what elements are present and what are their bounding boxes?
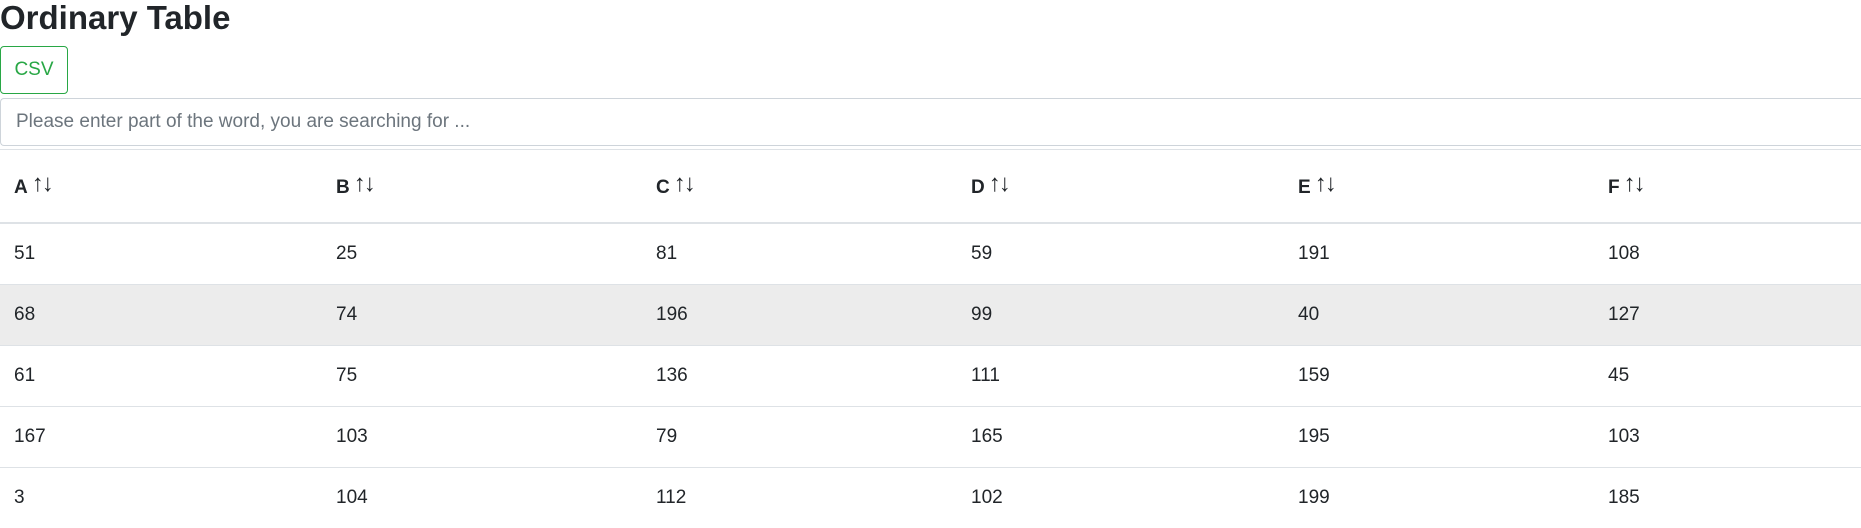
column-header-label: E [1298, 177, 1311, 198]
sort-icon: ↑↓ [31, 170, 54, 197]
table-row: 3 104 112 102 199 185 [0, 466, 1861, 528]
table-row: 61 75 136 111 159 45 [0, 344, 1861, 406]
table-cell: 104 [322, 466, 642, 528]
table-cell: 81 [642, 222, 957, 284]
column-header-label: D [971, 177, 985, 198]
data-table: A ↑↓ B ↑↓ C ↑↓ D ↑↓ E ↑↓ F ↑↓ 51 25 81 59 191 … [0, 150, 1861, 528]
table-cell: 51 [0, 222, 322, 284]
table-cell: 40 [1284, 283, 1594, 345]
column-header-label: C [656, 177, 670, 198]
column-header-e[interactable]: E ↑↓ [1284, 150, 1594, 224]
sort-icon: ↑↓ [353, 170, 376, 197]
column-header-f[interactable]: F ↑↓ [1594, 150, 1861, 224]
table-cell: 127 [1594, 283, 1861, 345]
table-cell: 99 [957, 283, 1284, 345]
table-cell: 191 [1284, 222, 1594, 284]
table-cell: 103 [322, 405, 642, 467]
column-header-label: F [1608, 177, 1620, 198]
search-input[interactable] [0, 98, 1861, 146]
table-cell: 79 [642, 405, 957, 467]
table-cell: 3 [0, 466, 322, 528]
table-cell: 196 [642, 283, 957, 345]
table-cell: 102 [957, 466, 1284, 528]
table-cell: 111 [957, 344, 1284, 406]
sort-icon: ↑↓ [1314, 170, 1337, 197]
table-cell: 159 [1284, 344, 1594, 406]
sort-icon: ↑↓ [1623, 170, 1646, 197]
table-cell: 199 [1284, 466, 1594, 528]
table-cell: 167 [0, 405, 322, 467]
table-cell: 68 [0, 283, 322, 345]
table-cell: 185 [1594, 466, 1861, 528]
table-cell: 165 [957, 405, 1284, 467]
table-cell: 108 [1594, 222, 1861, 284]
table-row: 68 74 196 99 40 127 [0, 283, 1861, 345]
sort-icon: ↑↓ [988, 170, 1011, 197]
table-cell: 74 [322, 283, 642, 345]
table-header-row: A ↑↓ B ↑↓ C ↑↓ D ↑↓ E ↑↓ F ↑↓ [0, 150, 1861, 224]
table-cell: 61 [0, 344, 322, 406]
column-header-a[interactable]: A ↑↓ [0, 150, 322, 224]
table-cell: 59 [957, 222, 1284, 284]
table-cell: 136 [642, 344, 957, 406]
csv-export-button[interactable]: CSV [0, 46, 68, 94]
table-container: A ↑↓ B ↑↓ C ↑↓ D ↑↓ E ↑↓ F ↑↓ 51 25 81 59 191 … [0, 149, 1861, 528]
sort-icon: ↑↓ [673, 170, 696, 197]
table-row: 167 103 79 165 195 103 [0, 405, 1861, 467]
table-cell: 45 [1594, 344, 1861, 406]
table-cell: 25 [322, 222, 642, 284]
table-cell: 195 [1284, 405, 1594, 467]
column-header-d[interactable]: D ↑↓ [957, 150, 1284, 224]
table-cell: 103 [1594, 405, 1861, 467]
table-row: 51 25 81 59 191 108 [0, 222, 1861, 284]
column-header-label: A [14, 177, 28, 198]
page-title: Ordinary Table [0, 0, 231, 36]
table-cell: 75 [322, 344, 642, 406]
column-header-label: B [336, 177, 350, 198]
table-cell: 112 [642, 466, 957, 528]
column-header-b[interactable]: B ↑↓ [322, 150, 642, 224]
column-header-c[interactable]: C ↑↓ [642, 150, 957, 224]
